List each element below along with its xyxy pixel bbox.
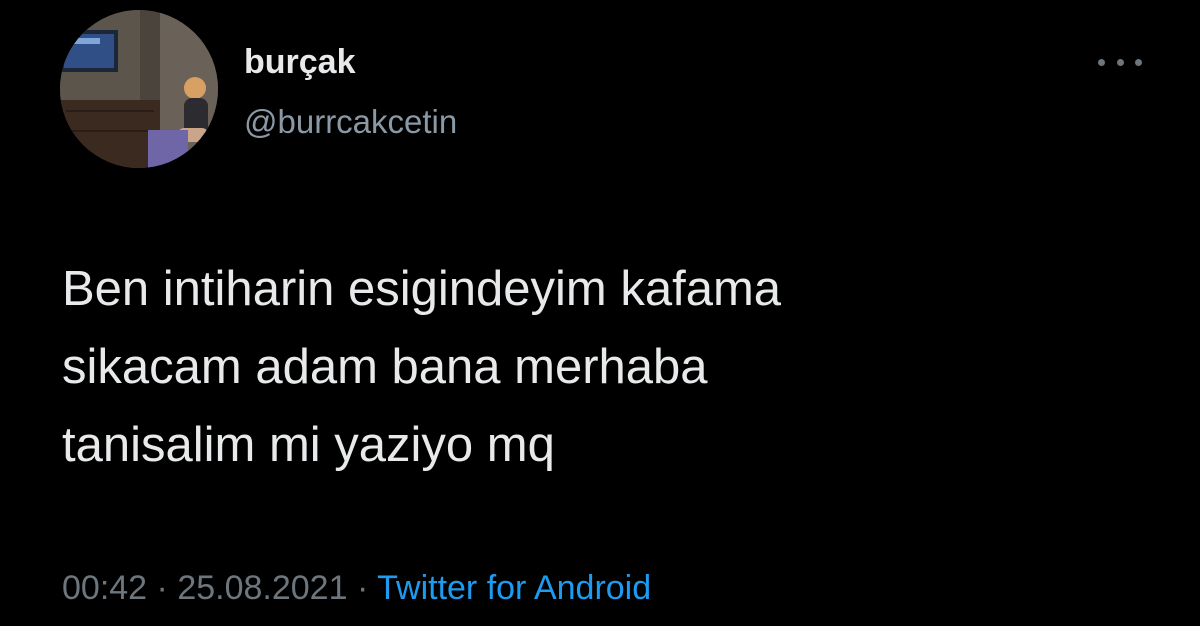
tweet-text-line: sikacam adam bana merhaba [62, 340, 708, 394]
tweet-text: Ben intiharin esigindeyim kafama sikacam… [62, 250, 1142, 484]
tweet-text-line: tanisalim mi yaziyo mq [62, 418, 555, 472]
user-handle[interactable]: @burrcakcetin [244, 102, 457, 142]
meta-separator: · [156, 569, 168, 607]
tweet-date[interactable]: 25.08.2021 [177, 569, 347, 607]
dot [1135, 58, 1142, 66]
dot [1098, 58, 1105, 66]
more-options-icon[interactable] [1098, 50, 1142, 74]
tweet-meta: 00:42 · 25.08.2021 · Twitter for Android [62, 566, 651, 610]
tweet-text-line: Ben intiharin esigindeyim kafama [62, 262, 782, 316]
profile-photo-icon [60, 10, 218, 168]
tweet-time[interactable]: 00:42 [62, 569, 147, 607]
tweet-source-link[interactable]: Twitter for Android [377, 569, 651, 607]
avatar[interactable] [60, 10, 218, 168]
dot [1116, 58, 1124, 66]
meta-separator: · [356, 569, 369, 607]
tweet-card: burçak @burrcakcetin Ben intiharin esigi… [0, 0, 1200, 626]
display-name[interactable]: burçak [244, 42, 356, 82]
